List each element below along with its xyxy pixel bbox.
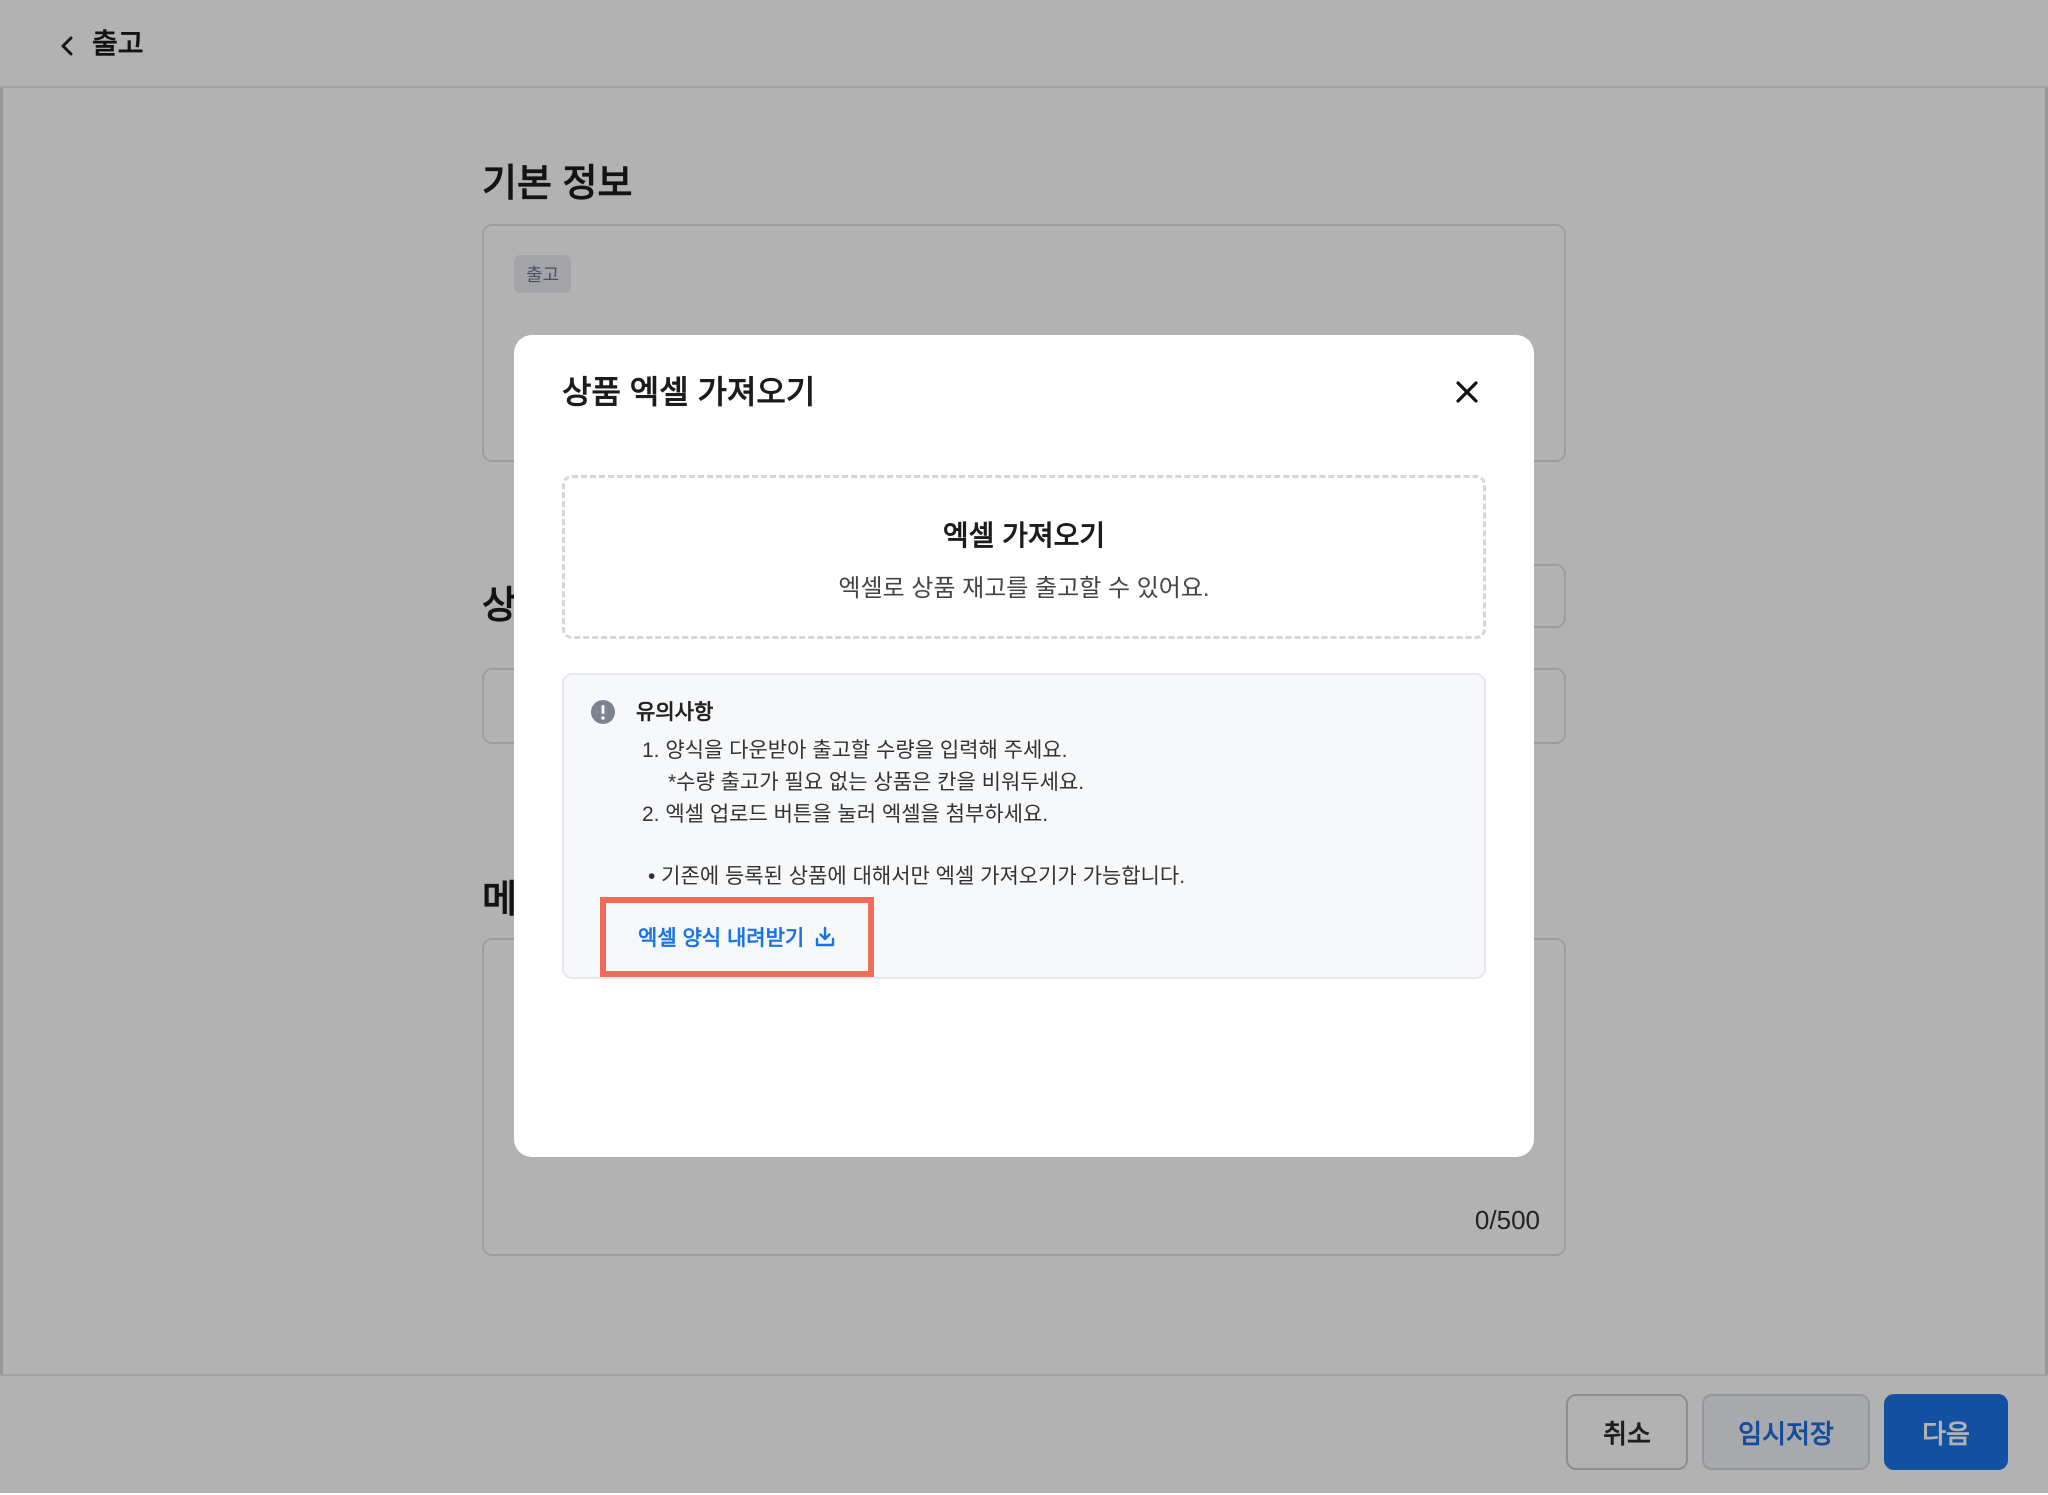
notice-title: 유의사항 (636, 701, 714, 724)
download-template-link[interactable]: 엑셀 양식 내려받기 (600, 897, 874, 977)
dropzone-title: 엑셀 가져오기 (942, 520, 1106, 551)
excel-import-modal: 상품 엑셀 가져오기 엑셀 가져오기 엑셀로 상품 재고를 출고할 수 있어요.… (514, 335, 1534, 1157)
notice-line-1: 1. 양식을 다운받아 출고할 수량을 입력해 주세요. (642, 739, 1068, 762)
notice-box: 유의사항 1. 양식을 다운받아 출고할 수량을 입력해 주세요. *수량 출고… (562, 673, 1486, 979)
dropzone-description: 엑셀로 상품 재고를 출고할 수 있어요. (838, 575, 1210, 602)
notice-line-1-sub: *수량 출고가 필요 없는 상품은 칸을 비워두세요. (668, 771, 1085, 794)
close-icon (1456, 381, 1478, 403)
excel-dropzone[interactable]: 엑셀 가져오기 엑셀로 상품 재고를 출고할 수 있어요. (562, 475, 1486, 639)
modal-title: 상품 엑셀 가져오기 (562, 374, 816, 410)
notice-bullet: • 기존에 등록된 상품에 대해서만 엑셀 가져오기가 가능합니다. (648, 865, 1186, 888)
notice-line-2: 2. 엑셀 업로드 버튼을 눌러 엑셀을 첨부하세요. (642, 803, 1049, 826)
alert-circle-icon (591, 700, 615, 724)
download-icon (816, 926, 835, 947)
download-template-label: 엑셀 양식 내려받기 (638, 927, 805, 950)
close-button[interactable] (1444, 369, 1490, 415)
